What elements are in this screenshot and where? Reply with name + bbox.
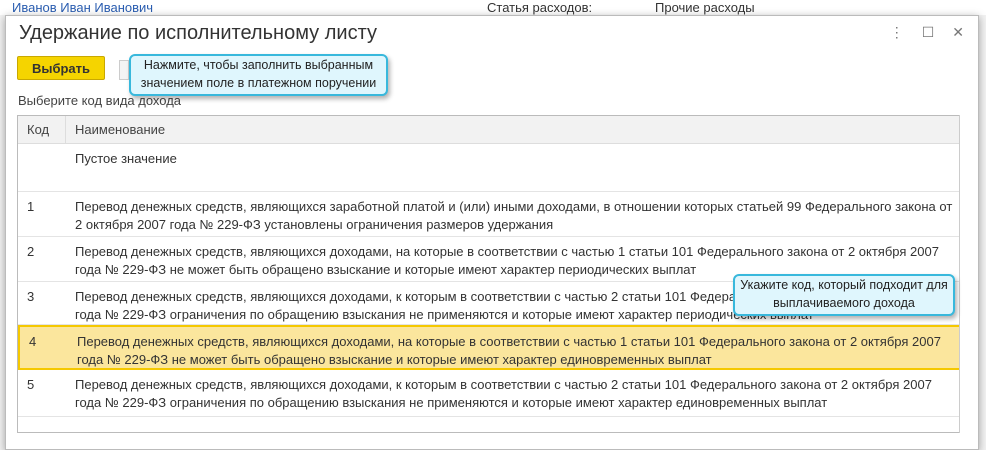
more-button[interactable] <box>119 60 129 80</box>
row-code <box>18 150 66 183</box>
table-row[interactable]: 1 Перевод денежных средств, являющихся за… <box>18 192 961 237</box>
field-label: Статья расходов: <box>487 0 593 15</box>
close-icon[interactable]: ✕ <box>952 24 964 41</box>
row-code: 4 <box>29 334 37 349</box>
row-code: 1 <box>27 199 35 214</box>
more-icon[interactable]: ⋮ <box>890 24 904 41</box>
select-button[interactable]: Выбрать <box>17 56 105 80</box>
table-row[interactable]: 4 Перевод денежных средств, являющихся до… <box>18 325 961 370</box>
tooltip-select: Нажмите, чтобы заполнить выбранным значе… <box>129 54 388 96</box>
employee-link[interactable]: Иванов Иван Иванович <box>12 0 153 15</box>
dialog-title: Удержание по исполнительному листу <box>19 22 377 44</box>
row-code: 2 <box>27 244 35 259</box>
row-name: Перевод денежных средств, являющихся дох… <box>75 377 932 410</box>
row-code: 5 <box>27 377 35 392</box>
column-name[interactable]: Наименование <box>66 122 961 137</box>
maximize-icon[interactable]: ☐ <box>922 24 935 41</box>
background-form: Иванов Иван Иванович Статья расходов: Пр… <box>0 0 986 15</box>
table-row[interactable]: Пустое значение <box>18 144 961 192</box>
table-row[interactable]: 5 Перевод денежных средств, являющихся до… <box>18 370 961 417</box>
dialog: Удержание по исполнительному листу ⋮ ☐ ✕… <box>5 15 979 450</box>
field-value[interactable]: Прочие расходы <box>655 0 755 15</box>
table-header: Код Наименование <box>18 116 961 144</box>
scrollbar[interactable] <box>959 115 972 433</box>
row-code: 3 <box>27 289 35 304</box>
column-code[interactable]: Код <box>18 116 66 143</box>
row-name: Перевод денежных средств, являющихся зар… <box>75 199 953 232</box>
row-name: Пустое значение <box>75 151 177 166</box>
tooltip-code: Укажите код, который подходит для выплач… <box>733 274 955 316</box>
row-name: Перевод денежных средств, являющихся дох… <box>77 334 941 367</box>
row-name: Перевод денежных средств, являющихся дох… <box>75 244 939 277</box>
